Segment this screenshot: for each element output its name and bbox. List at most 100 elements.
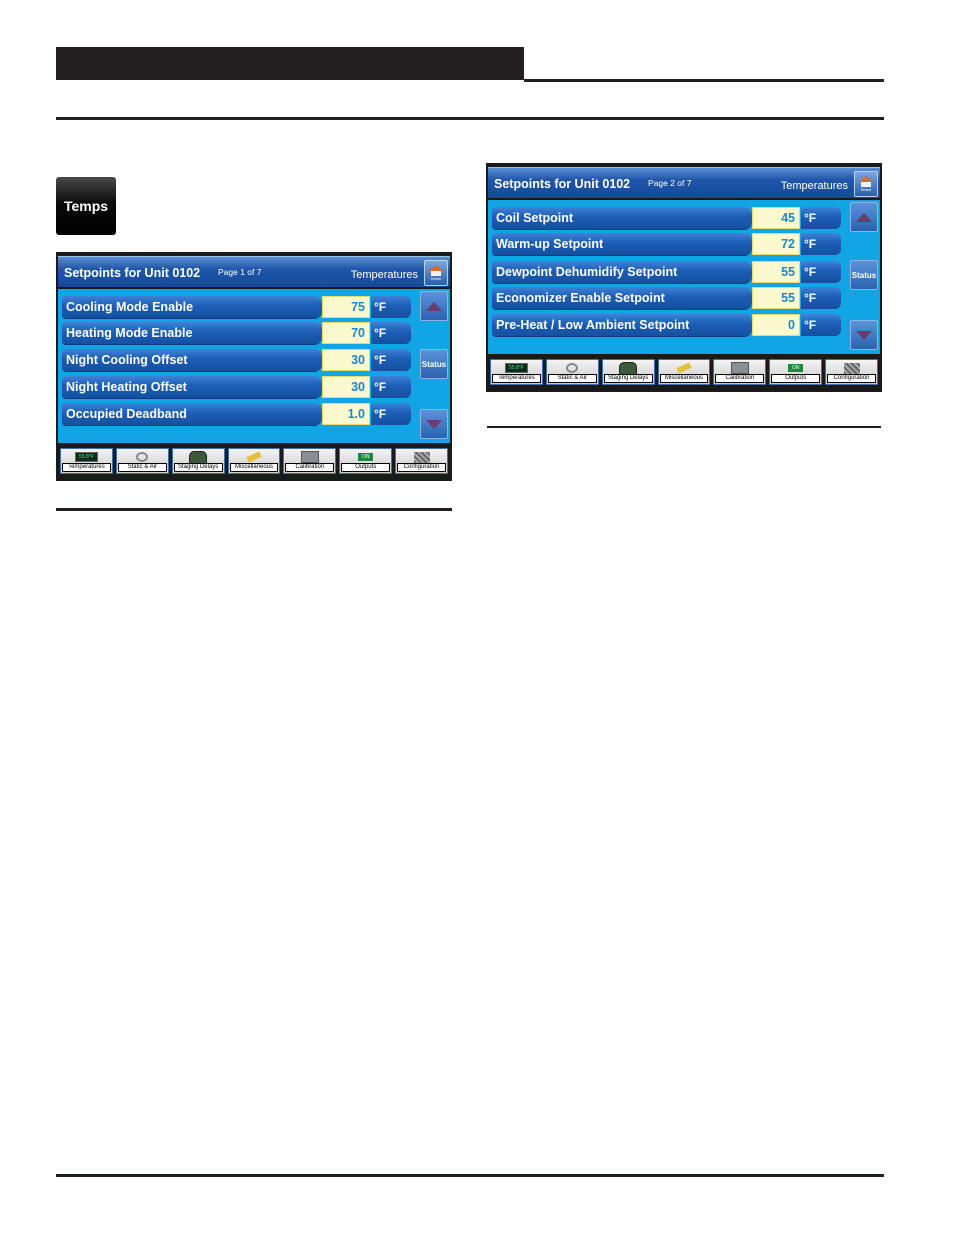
toolbar-static-air[interactable]: Static & Air [115,448,169,474]
toolbar-staging-delays[interactable]: Staging Delays [601,359,655,385]
setpoint-label-bar: Dewpoint Dehumidify Setpoint [492,261,752,283]
setpoint-label: Cooling Mode Enable [66,300,194,314]
controller-dial-icon [189,450,208,464]
temps-button[interactable]: Temps [56,177,116,235]
toolbar-label: Miscellaneous [659,374,709,383]
toolbar-miscellaneous[interactable]: Miscellaneous [657,359,711,385]
setpoint-value[interactable]: 55 [752,287,800,309]
setpoint-label: Occupied Deadband [66,407,187,421]
setpoint-label: Night Cooling Offset [66,353,188,367]
toolbar-calibration[interactable]: Calibration [283,448,337,474]
page-indicator: Page 2 of 7 [648,178,692,188]
toolbar-label: Static & Air [117,463,167,472]
damper-icon [566,362,579,374]
toolbar-label: Staging Delays [173,463,223,472]
toolbar-temperatures[interactable]: 55.8°F Temperatures [490,359,543,385]
toolbar-staging-delays[interactable]: Staging Delays [171,448,225,474]
setpoint-value[interactable]: 45 [752,207,800,229]
arrow-down-icon [856,330,872,340]
scroll-down-button[interactable] [420,409,448,439]
panel-body: Coil Setpoint 45 °F Warm-up Setpoint 72 … [488,200,880,354]
home-label: Home [860,187,872,192]
lcd-readout: 55.8°F [75,452,98,462]
section-rule [56,117,884,120]
setpoint-value[interactable]: 55 [752,261,800,283]
toolbar-label: Calibration [285,463,335,472]
damper-icon [136,451,149,463]
toolbar-configuration[interactable]: Configuration [825,359,879,385]
footer-rule [56,1174,884,1177]
setpoint-label-bar: Cooling Mode Enable [62,296,322,318]
setpoint-unit: °F [371,376,411,398]
setpoints-panel-page-1: Setpoints for Unit 0102 Page 1 of 7 Temp… [56,252,452,481]
setpoint-unit: °F [371,349,411,371]
status-label: Status [421,359,447,369]
on-indicator-text: ON [787,364,804,372]
scroll-up-button[interactable] [850,202,878,232]
arrow-up-icon [426,301,442,311]
toolbar-calibration[interactable]: Calibration [713,359,767,385]
toolbar-label: Temperatures [62,463,111,472]
toolbar-static-air[interactable]: Static & Air [545,359,599,385]
lcd-display-icon: 55.8°F [75,451,98,463]
on-indicator-icon: ON [357,451,374,463]
setpoint-label: Dewpoint Dehumidify Setpoint [496,265,678,279]
setpoint-unit: °F [801,261,841,283]
pencil-icon [676,362,692,374]
status-button[interactable]: Status [850,260,878,290]
section-name: Temperatures [350,269,418,281]
toolbar-label: Static & Air [547,374,597,383]
panel-header: Setpoints for Unit 0102 Page 2 of 7 Temp… [488,167,880,198]
status-button[interactable]: Status [420,349,448,379]
panel-header: Setpoints for Unit 0102 Page 1 of 7 Temp… [58,256,450,287]
calibration-icon [730,362,749,374]
setpoint-value[interactable]: 75 [322,296,370,318]
setpoint-value[interactable]: 30 [322,349,370,371]
setpoint-unit: °F [801,314,841,336]
setpoint-label: Economizer Enable Setpoint [496,291,665,305]
on-indicator-text: ON [357,453,374,461]
setpoint-label-bar: Pre-Heat / Low Ambient Setpoint [492,314,752,336]
section-name: Temperatures [780,180,848,192]
setpoint-label-bar: Economizer Enable Setpoint [492,287,752,309]
setpoint-label: Heating Mode Enable [66,326,193,340]
toolbar-label: Temperatures [492,374,541,383]
toolbar-label: Calibration [715,374,765,383]
setpoint-unit: °F [801,287,841,309]
setpoint-unit: °F [371,403,411,425]
setpoint-label: Warm-up Setpoint [496,237,604,251]
toolbar-miscellaneous[interactable]: Miscellaneous [227,448,281,474]
toolbar-label: Outputs [341,463,391,472]
nav-toolbar: 55.8°F Temperatures Static & Air Staging … [58,448,450,474]
toolbar-outputs[interactable]: ON Outputs [769,359,823,385]
toolbar-label: Outputs [771,374,821,383]
setpoint-unit: °F [371,296,411,318]
scroll-down-button[interactable] [850,320,878,350]
setpoint-value[interactable]: 0 [752,314,800,336]
setpoint-label-bar: Warm-up Setpoint [492,233,752,255]
setpoint-value[interactable]: 1.0 [322,403,370,425]
header-rule [524,79,884,82]
toolbar-label: Configuration [827,374,876,383]
caption-rule-left [56,508,452,511]
home-button[interactable]: Home [854,171,878,197]
setpoint-value[interactable]: 70 [322,322,370,344]
home-button[interactable]: Home [424,260,448,286]
setpoint-label-bar: Occupied Deadband [62,403,322,425]
setpoint-label: Coil Setpoint [496,211,574,225]
setpoint-value[interactable]: 72 [752,233,800,255]
toolbar-temperatures[interactable]: 55.8°F Temperatures [60,448,113,474]
caption-rule-right [487,426,881,428]
page-indicator: Page 1 of 7 [218,267,262,277]
panel-title: Setpoints for Unit 0102 [494,177,631,191]
scroll-up-button[interactable] [420,291,448,321]
arrow-up-icon [856,212,872,222]
toolbar-label: Staging Delays [603,374,653,383]
toolbar-label: Miscellaneous [229,463,279,472]
toolbar-outputs[interactable]: ON Outputs [339,448,393,474]
toolbar-label: Configuration [397,463,446,472]
setpoint-unit: °F [801,233,841,255]
setpoint-unit: °F [371,322,411,344]
setpoint-value[interactable]: 30 [322,376,370,398]
toolbar-configuration[interactable]: Configuration [395,448,449,474]
